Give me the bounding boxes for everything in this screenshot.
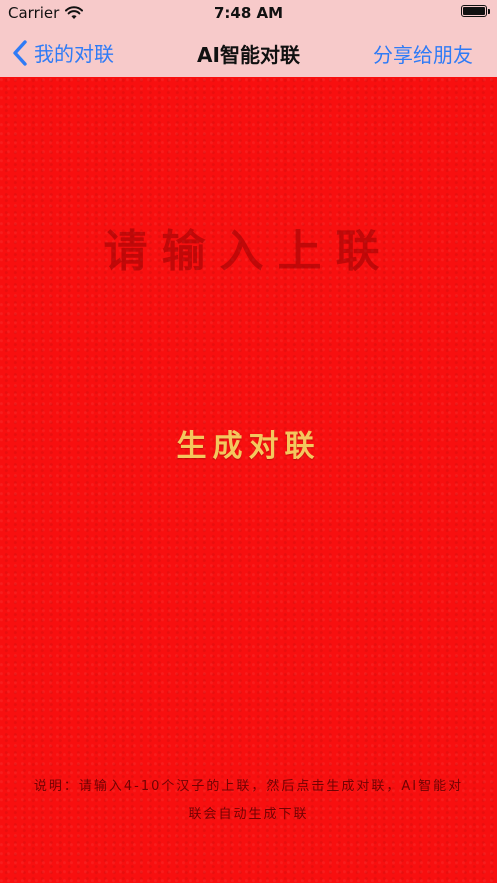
- share-button[interactable]: 分享给朋友: [373, 39, 473, 68]
- generate-couplet-button[interactable]: 生成对联: [0, 421, 497, 465]
- navigation-bar: 我的对联 AI智能对联 分享给朋友: [0, 28, 497, 74]
- battery-icon: [461, 5, 490, 17]
- clock: 7:48 AM: [213, 4, 284, 22]
- couplet-canvas: 请输入上联 生成对联 说明：请输入4-10个汉子的上联，然后点击生成对联，AI智…: [0, 77, 497, 883]
- first-line-input[interactable]: 请输入上联: [0, 215, 497, 279]
- status-bar: Carrier 7:48 AM: [0, 0, 497, 26]
- app-screen: Carrier 7:48 AM 我的对联 AI智能对联 分享给朋友 请输入上联 …: [0, 0, 497, 883]
- top-bar: Carrier 7:48 AM 我的对联 AI智能对联 分享给朋友: [0, 0, 497, 77]
- instructions-text: 说明：请输入4-10个汉子的上联，然后点击生成对联，AI智能对联会自动生成下联: [33, 779, 464, 822]
